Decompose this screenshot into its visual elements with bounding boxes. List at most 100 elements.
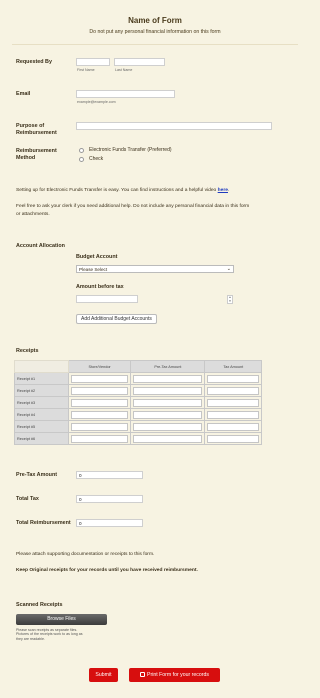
print-form-label: Print Form for your records xyxy=(147,672,209,678)
receipt-tax-cell[interactable] xyxy=(204,432,262,445)
receipt-row-label: Receipt #3 xyxy=(14,396,69,409)
email-label: Email xyxy=(16,91,31,97)
help-info-line1: Feel free to ask your clerk if you need … xyxy=(16,204,250,209)
radio-check-label: Check xyxy=(89,156,104,162)
receipt-pretax-cell[interactable] xyxy=(130,372,206,385)
budget-account-select[interactable]: Please Select ⌄ xyxy=(76,265,234,273)
receipt-row-label: Receipt #2 xyxy=(14,384,69,397)
receipt-vendor-cell[interactable] xyxy=(67,420,132,433)
receipt-tax-cell[interactable] xyxy=(204,384,262,397)
last-name-input[interactable] xyxy=(114,58,165,66)
submit-button[interactable]: Submit xyxy=(89,668,118,682)
purpose-label-line1: Purpose of xyxy=(16,123,45,129)
receipt-pretax-cell[interactable] xyxy=(130,396,206,409)
form-title: Name of Form xyxy=(128,16,182,25)
table-row: Receipt #4 xyxy=(14,408,262,421)
receipt-tax-input[interactable] xyxy=(207,398,259,407)
help-info-text: Feel free to ask your clerk if you need … xyxy=(16,203,308,219)
table-row: Receipt #6 xyxy=(14,432,262,445)
receipt-vendor-input[interactable] xyxy=(71,434,129,443)
first-name-sublabel: First Name xyxy=(77,68,95,72)
receipt-tax-cell[interactable] xyxy=(204,396,262,409)
receipt-pretax-input[interactable] xyxy=(133,398,203,407)
total-reimbursement-field: 0 xyxy=(76,519,143,527)
purpose-input[interactable] xyxy=(76,122,272,130)
receipt-pretax-cell[interactable] xyxy=(130,420,206,433)
form-subtitle: Do not put any personal financial inform… xyxy=(89,29,221,35)
receipt-tax-cell[interactable] xyxy=(204,420,262,433)
receipt-pretax-input[interactable] xyxy=(133,422,203,431)
receipt-pretax-input[interactable] xyxy=(133,374,203,383)
account-allocation-label: Account Allocation xyxy=(16,243,65,249)
total-reimbursement-label: Total Reimbursement xyxy=(16,520,71,526)
receipt-vendor-cell[interactable] xyxy=(67,384,132,397)
radio-eft[interactable] xyxy=(79,148,84,153)
table-row: Receipt #3 xyxy=(14,396,262,409)
receipt-vendor-input[interactable] xyxy=(71,398,129,407)
budget-account-label: Budget Account xyxy=(76,254,118,260)
receipt-tax-input[interactable] xyxy=(207,434,259,443)
amount-before-tax-input[interactable] xyxy=(76,295,138,303)
receipts-header-pretax: Pre-Tax Amount xyxy=(130,360,206,373)
receipt-tax-input[interactable] xyxy=(207,422,259,431)
budget-account-selected: Please Select xyxy=(79,267,108,272)
receipt-vendor-cell[interactable] xyxy=(67,432,132,445)
radio-eft-label: Electronic Funds Transfer (Preferred) xyxy=(89,147,172,153)
help-info-line2: or attachments. xyxy=(16,212,50,217)
receipt-vendor-cell[interactable] xyxy=(67,408,132,421)
receipt-pretax-input[interactable] xyxy=(133,434,203,443)
receipt-vendor-input[interactable] xyxy=(71,386,129,395)
receipt-pretax-cell[interactable] xyxy=(130,408,206,421)
eft-help-link[interactable]: here xyxy=(218,188,228,193)
print-form-button[interactable]: Print Form for your records xyxy=(129,668,220,682)
attach-instructions: Please attach supporting documentation o… xyxy=(16,552,155,557)
table-row: Receipt #5 xyxy=(14,420,262,433)
table-row: Receipt #1 xyxy=(14,372,262,385)
receipt-pretax-input[interactable] xyxy=(133,410,203,419)
amount-before-tax-label: Amount before tax xyxy=(76,284,124,290)
scan-note: Please scan receipts as separate files. … xyxy=(16,628,126,641)
stepper-down-icon[interactable]: ▼ xyxy=(228,299,232,304)
receipt-row-label: Receipt #1 xyxy=(14,372,69,385)
total-tax-field: 0 xyxy=(76,495,143,503)
receipt-vendor-input[interactable] xyxy=(71,374,129,383)
receipts-label: Receipts xyxy=(16,348,39,354)
chevron-down-icon: ⌄ xyxy=(226,266,231,272)
first-name-input[interactable] xyxy=(76,58,110,66)
receipt-tax-input[interactable] xyxy=(207,410,259,419)
printer-icon xyxy=(140,672,145,678)
keep-receipts-note: Keep Original receipts for your records … xyxy=(16,568,198,573)
eft-info-end: . xyxy=(227,188,230,193)
receipt-vendor-cell[interactable] xyxy=(67,396,132,409)
receipt-pretax-input[interactable] xyxy=(133,386,203,395)
scan-note-line3: they are readable. xyxy=(16,636,45,641)
pretax-amount-field: 0 xyxy=(76,471,143,479)
pretax-amount-label: Pre-Tax Amount xyxy=(16,472,58,478)
receipt-pretax-cell[interactable] xyxy=(130,432,206,445)
receipts-header-tax: Tax Amount xyxy=(204,360,262,373)
receipt-tax-input[interactable] xyxy=(207,374,259,383)
amount-stepper[interactable]: ▲ ▼ xyxy=(227,295,233,304)
receipt-vendor-cell[interactable] xyxy=(67,372,132,385)
receipt-vendor-input[interactable] xyxy=(71,410,129,419)
radio-check[interactable] xyxy=(79,157,84,162)
scanned-receipts-label: Scanned Receipts xyxy=(16,602,63,608)
add-budget-account-button[interactable]: Add Additional Budget Accounts xyxy=(76,314,157,324)
receipt-row-label: Receipt #5 xyxy=(14,420,69,433)
receipt-pretax-cell[interactable] xyxy=(130,384,206,397)
receipt-tax-cell[interactable] xyxy=(204,372,262,385)
purpose-label: Purpose of Reimbursement xyxy=(16,123,57,137)
receipt-tax-cell[interactable] xyxy=(204,408,262,421)
receipt-tax-input[interactable] xyxy=(207,386,259,395)
last-name-sublabel: Last Name xyxy=(115,68,133,72)
total-tax-label: Total Tax xyxy=(16,496,39,502)
receipt-vendor-input[interactable] xyxy=(71,422,129,431)
receipts-table: Store/Vendor Pre-Tax Amount Tax Amount R… xyxy=(14,360,262,445)
browse-files-button[interactable]: Browse Files xyxy=(16,614,107,625)
email-input[interactable] xyxy=(76,90,175,98)
receipt-row-label: Receipt #4 xyxy=(14,408,69,421)
header-divider xyxy=(12,44,298,45)
receipts-header-vendor: Store/Vendor xyxy=(67,360,132,373)
requested-by-label: Requested By xyxy=(16,59,52,65)
reimbursement-method-label-line1: Reimbursement xyxy=(16,148,57,154)
